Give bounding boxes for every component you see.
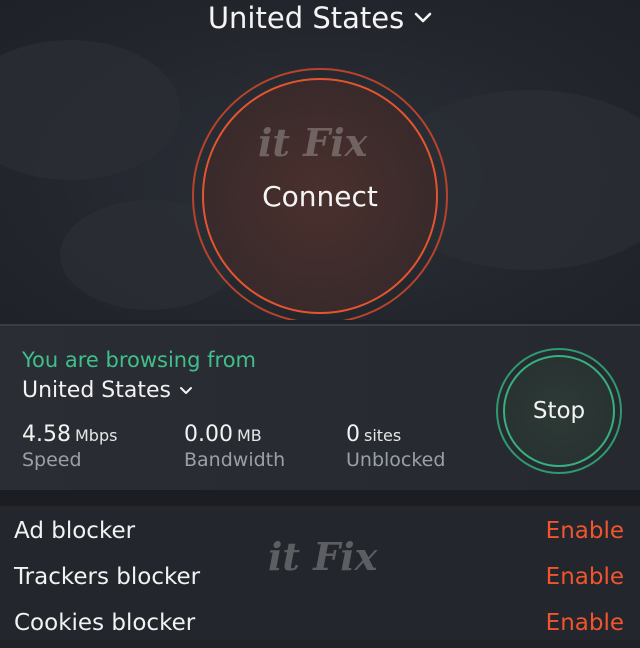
cookies-blocker-enable-button[interactable]: Enable xyxy=(546,610,624,636)
ad-blocker-enable-button[interactable]: Enable xyxy=(546,518,624,544)
location-dropdown[interactable]: United States xyxy=(0,0,640,36)
connect-label: Connect xyxy=(262,179,378,213)
bandwidth-stat: 0.00 MB Bandwidth xyxy=(184,422,285,471)
unblocked-unit: sites xyxy=(364,426,402,445)
trackers-blocker-enable-button[interactable]: Enable xyxy=(546,564,624,590)
unblocked-label: Unblocked xyxy=(346,449,446,471)
browsing-from-label: You are browsing from xyxy=(22,348,256,372)
chevron-down-icon xyxy=(414,12,432,23)
status-panel: You are browsing from United States 4.58… xyxy=(0,324,640,492)
cookies-blocker-label: Cookies blocker xyxy=(14,610,196,636)
connect-area: United States Connect it Fix xyxy=(0,0,640,320)
speed-label: Speed xyxy=(22,449,82,471)
browsing-country-label: United States xyxy=(22,378,171,403)
speed-stat: 4.58 Mbps Speed xyxy=(22,422,117,471)
blocker-list: Ad blocker Enable Trackers blocker Enabl… xyxy=(0,506,640,640)
section-divider xyxy=(0,490,640,506)
cookies-blocker-row: Cookies blocker Enable xyxy=(0,602,640,648)
unblocked-stat: 0 sites Unblocked xyxy=(346,422,445,471)
speed-unit: Mbps xyxy=(74,426,118,445)
trackers-blocker-label: Trackers blocker xyxy=(14,564,201,590)
unblocked-value: 0 xyxy=(346,422,360,447)
chevron-down-icon xyxy=(179,386,192,394)
stop-label: Stop xyxy=(532,398,586,424)
watermark: it Fix xyxy=(258,120,368,165)
map-shape xyxy=(0,40,180,180)
location-label: United States xyxy=(207,1,405,35)
bandwidth-unit: MB xyxy=(236,426,262,445)
stop-button[interactable]: Stop xyxy=(503,355,615,467)
bandwidth-label: Bandwidth xyxy=(184,449,286,471)
bandwidth-value: 0.00 xyxy=(184,422,233,447)
connect-button[interactable]: Connect xyxy=(202,78,438,314)
speed-value: 4.58 xyxy=(22,422,71,447)
watermark: it Fix xyxy=(268,534,378,579)
ad-blocker-label: Ad blocker xyxy=(14,518,136,544)
browsing-country-dropdown[interactable]: United States xyxy=(22,378,193,403)
